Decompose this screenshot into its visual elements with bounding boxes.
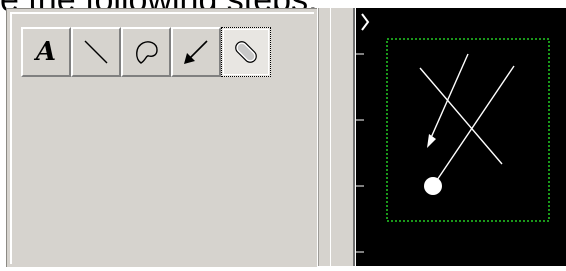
tool-panel: A	[6, 8, 317, 267]
freehand-shape-tool-icon	[136, 41, 158, 64]
eraser-tool-icon	[235, 41, 257, 63]
drawn-arrow-line	[429, 53, 469, 141]
eraser-tool-button[interactable]	[221, 27, 271, 77]
line-tool-button[interactable]	[71, 27, 121, 77]
drawn-dot	[424, 177, 442, 195]
drawing-toolbar: A	[21, 27, 271, 77]
arrow-tool-icon	[184, 40, 208, 64]
text-tool-button[interactable]: A	[21, 27, 71, 77]
drawing-canvas[interactable]	[356, 8, 566, 266]
arrow-tool-button[interactable]	[171, 27, 221, 77]
line-tool-icon	[84, 40, 108, 64]
drawn-line	[419, 67, 503, 165]
drawn-line	[432, 65, 515, 187]
freehand-shape-tool-button[interactable]	[121, 27, 171, 77]
arrow-head	[427, 134, 436, 148]
canvas-drawing	[356, 13, 550, 253]
selection-rectangle	[386, 38, 550, 222]
text-tool-icon: A	[35, 37, 57, 67]
panel-splitter[interactable]	[330, 8, 355, 266]
chevron-right-icon	[361, 13, 370, 31]
